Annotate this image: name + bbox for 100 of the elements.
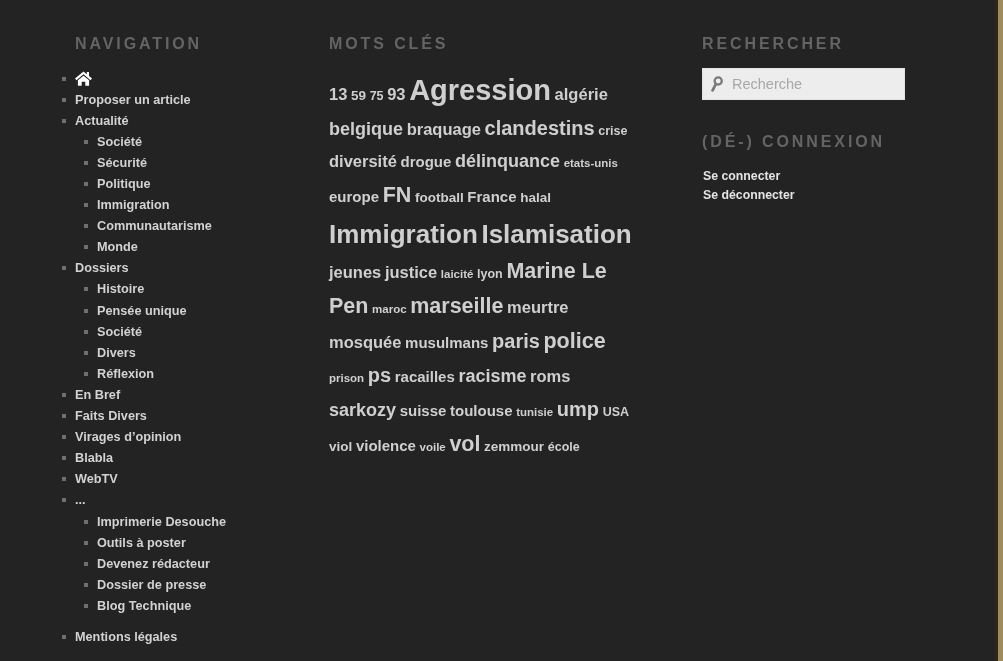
tag-link[interactable]: maroc — [372, 302, 407, 315]
nav-link[interactable]: Société — [97, 324, 143, 339]
bullet-icon — [84, 308, 88, 313]
tag-link[interactable]: 75 — [369, 89, 384, 103]
tag-link[interactable]: tunisie — [516, 405, 554, 418]
tag-link[interactable]: prison — [329, 371, 365, 384]
bullet-icon — [84, 224, 88, 229]
tag-link[interactable]: roms — [530, 366, 571, 385]
bullet-icon — [84, 329, 88, 334]
bullet-icon — [84, 350, 88, 355]
bullet-icon — [84, 245, 88, 250]
nav-link[interactable]: Blabla — [75, 451, 114, 466]
nav-link[interactable]: Sécurité — [97, 155, 148, 170]
tag-link[interactable]: USA — [602, 404, 630, 419]
tag-link[interactable]: 13 — [329, 85, 348, 103]
bullet-icon — [84, 561, 88, 566]
tag-link[interactable]: Pen — [329, 293, 369, 318]
search-field[interactable]: Recherche — [702, 68, 905, 100]
bullet-icon — [84, 182, 88, 186]
tag-link[interactable]: viol — [329, 438, 353, 454]
home-icon[interactable] — [75, 71, 92, 87]
tag-link[interactable]: police — [543, 328, 606, 353]
nav-link[interactable]: Virages d’opinion — [75, 430, 182, 445]
nav-link[interactable]: Dossier de presse — [97, 577, 207, 592]
tag-link[interactable]: justice — [384, 262, 438, 281]
tag-link[interactable]: football — [414, 189, 464, 205]
nav-link[interactable]: Devenez rédacteur — [97, 556, 210, 571]
nav-link[interactable]: Communautarisme — [97, 219, 212, 234]
nav-link[interactable]: Proposer un article — [75, 92, 191, 107]
bullet-icon — [62, 266, 66, 271]
tag-link[interactable]: Immigration — [329, 218, 478, 249]
bullet-icon — [84, 603, 88, 608]
nav-link[interactable]: Monde — [97, 240, 138, 255]
tag-link[interactable]: Marine Le — [506, 258, 607, 283]
tag-link[interactable]: diversité — [329, 151, 397, 170]
bullet-icon — [84, 540, 88, 545]
tag-link[interactable]: lyon — [477, 266, 503, 281]
widget-title: (DÉ-) CONNEXION — [702, 132, 887, 152]
nav-link[interactable]: Histoire — [97, 282, 145, 297]
tag-link[interactable]: racailles — [394, 367, 455, 385]
bullet-icon — [84, 160, 88, 165]
tag-link[interactable]: europe — [329, 187, 379, 205]
tag-link[interactable]: école — [547, 439, 580, 454]
tag-link[interactable]: marseille — [410, 293, 504, 318]
bullet-icon — [62, 118, 66, 123]
tag-link[interactable]: France — [467, 187, 517, 205]
tag-link[interactable]: laicité — [440, 267, 474, 280]
tag-link[interactable]: Agression — [409, 74, 551, 106]
nav-link[interactable]: Société — [97, 134, 143, 149]
nav-link[interactable]: Pensée unique — [97, 303, 187, 318]
nav-link[interactable]: Blog Technique — [97, 598, 192, 613]
tag-link[interactable]: paris — [492, 329, 540, 352]
tag-link[interactable]: violence — [355, 436, 416, 454]
tag-link[interactable]: 93 — [387, 85, 406, 103]
tag-link[interactable]: halal — [520, 189, 551, 205]
nav-link[interactable]: En Bref — [75, 387, 121, 402]
nav-link[interactable]: Faits Divers — [75, 409, 147, 424]
tag-link[interactable]: vol — [449, 431, 481, 456]
tag-link[interactable]: musulmans — [405, 333, 489, 351]
nav-link[interactable]: Mentions légales — [75, 630, 178, 644]
tag-link[interactable]: drogue — [400, 152, 452, 170]
tag-link[interactable]: mosquée — [329, 332, 402, 351]
tag-link[interactable]: Islamisation — [481, 218, 632, 249]
tag-link[interactable]: 59 — [351, 88, 366, 103]
tag-link[interactable]: etats-unis — [563, 156, 618, 169]
nav-link[interactable]: WebTV — [75, 472, 118, 487]
login-link[interactable]: Se déconnecter — [703, 186, 795, 205]
tag-link[interactable]: braquage — [406, 119, 481, 138]
nav-link[interactable]: ... — [75, 493, 86, 508]
nav-link[interactable]: Dossiers — [75, 261, 129, 276]
tag-link[interactable]: crise — [598, 123, 628, 138]
tag-link[interactable]: ps — [367, 363, 392, 386]
tag-link[interactable]: sarkozy — [329, 399, 397, 420]
widget-title: MOTS CLÉS — [329, 34, 450, 54]
bullet-icon — [84, 371, 88, 376]
nav-link[interactable]: Réflexion — [97, 366, 155, 381]
tag-link[interactable]: clandestins — [484, 116, 595, 139]
tag-link[interactable]: voile — [419, 440, 446, 453]
tag-link[interactable]: ump — [556, 397, 600, 420]
bullet-icon — [62, 498, 66, 503]
tag-link[interactable]: toulouse — [450, 401, 513, 419]
tag-link[interactable]: FN — [382, 182, 412, 207]
bullet-icon — [62, 392, 66, 397]
tag-link[interactable]: meurtre — [507, 297, 569, 316]
tag-link[interactable]: zemmour — [484, 438, 545, 454]
tag-link[interactable]: délinquance — [454, 150, 560, 171]
nav-link[interactable]: Actualité — [75, 113, 129, 128]
nav-link[interactable]: Outils à poster — [97, 535, 186, 550]
tag-link[interactable]: jeunes — [329, 262, 382, 281]
nav-link[interactable]: Immigration — [97, 198, 170, 213]
tag-link[interactable]: belgique — [329, 118, 403, 139]
bullet-icon — [62, 414, 66, 419]
tag-link[interactable]: algérie — [554, 85, 608, 103]
nav-link[interactable]: Politique — [97, 177, 151, 191]
bullet-icon — [84, 519, 88, 524]
login-link[interactable]: Se connecter — [703, 167, 781, 186]
nav-link[interactable]: Imprimerie Desouche — [97, 514, 227, 529]
tag-link[interactable]: suisse — [399, 401, 447, 419]
nav-link[interactable]: Divers — [97, 345, 136, 360]
tag-link[interactable]: racisme — [458, 365, 527, 386]
